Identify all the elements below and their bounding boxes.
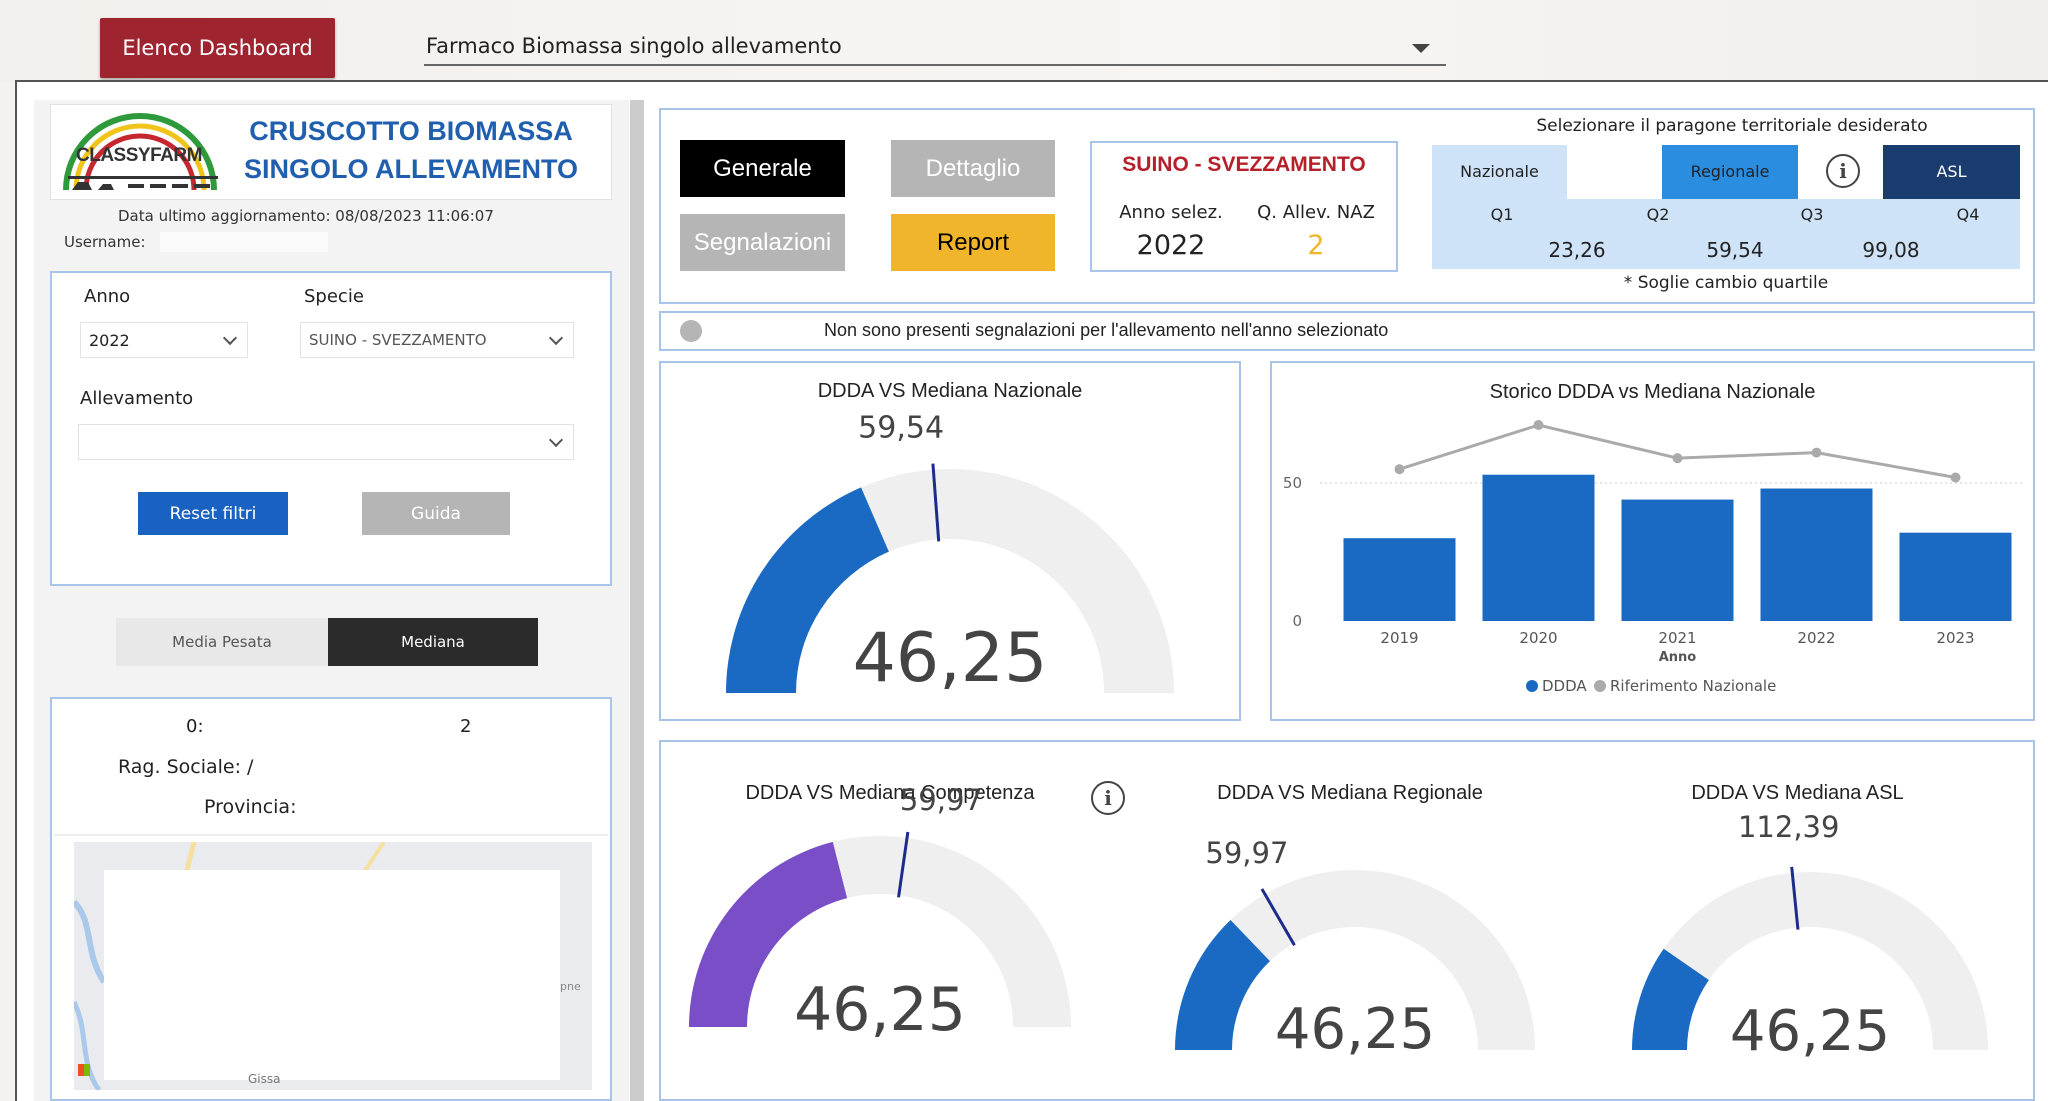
q4-label: Q4: [1956, 205, 1980, 224]
qallev-value: 2: [1307, 230, 1325, 261]
gauge-regionale-chart: 59,97 46,25: [1175, 836, 1535, 1062]
farm-info-divider: [54, 834, 608, 836]
threshold-2: 59,54: [1706, 238, 1764, 262]
farm-code-right: 2: [460, 716, 472, 737]
rag-sociale-text: Rag. Sociale: /: [118, 756, 254, 778]
allevamento-dropdown[interactable]: [78, 424, 574, 460]
sidebar-title-line2: SINGOLO ALLEVAMENTO: [243, 154, 578, 184]
dashboard-select[interactable]: Farmaco Biomassa singolo allevamento: [424, 28, 1446, 66]
map-label-bottom: Gissa: [248, 1072, 281, 1086]
username-label: Username:: [64, 233, 146, 251]
guida-button[interactable]: Guida: [362, 492, 510, 535]
x-tick-label: 2023: [1936, 629, 1974, 647]
segnalazioni-button[interactable]: Segnalazioni: [680, 214, 845, 271]
status-dot-icon: [680, 320, 702, 342]
regionale-toggle[interactable]: Regionale: [1662, 145, 1798, 199]
specie-dropdown[interactable]: SUINO - SVEZZAMENTO: [300, 322, 574, 358]
left-panel-scrollbar[interactable]: [630, 100, 644, 1101]
legend-ddda-swatch: [1526, 680, 1538, 692]
chevron-down-icon: [1412, 44, 1430, 53]
y-tick-label: 50: [1283, 474, 1302, 492]
farm-code-left: 0:: [186, 716, 204, 737]
gauge-nazionale-chart: 59,54 46,25: [726, 411, 1174, 698]
chevron-down-icon: [548, 330, 564, 346]
legend-ddda-label: DDDA: [1542, 677, 1587, 695]
q2-label: Q2: [1646, 205, 1670, 224]
threshold-1: 23,26: [1548, 238, 1606, 262]
gauge-asl-target-label: 112,39: [1738, 810, 1839, 844]
q1-label: Q1: [1490, 205, 1514, 224]
x-tick-label: 2021: [1658, 629, 1696, 647]
bar-ddda-2020[interactable]: [1482, 474, 1595, 621]
bar-ddda-2022[interactable]: [1760, 488, 1873, 621]
point-riferimento-2023[interactable]: [1950, 472, 1961, 483]
last-update-text: Data ultimo aggiornamento: 08/08/2023 11…: [118, 207, 494, 225]
q3-label: Q3: [1800, 205, 1824, 224]
asl-toggle[interactable]: ASL: [1883, 145, 2020, 199]
sidebar-title-line1: CRUSCOTTO BIOMASSA: [249, 116, 573, 146]
alert-message: Non sono presenti segnalazioni per l'all…: [824, 320, 1389, 340]
point-riferimento-2019[interactable]: [1394, 464, 1405, 475]
anno-dropdown[interactable]: 2022: [80, 322, 248, 358]
bar-ddda-2021[interactable]: [1621, 499, 1734, 621]
gauge-asl-chart: 112,39 46,25: [1632, 810, 1988, 1064]
specie-label: Specie: [304, 286, 364, 307]
quartile-footnote: * Soglie cambio quartile: [1623, 273, 1829, 293]
info-icon[interactable]: i: [1826, 154, 1860, 188]
media-pesata-toggle[interactable]: Media Pesata: [116, 618, 328, 666]
dettaglio-button[interactable]: Dettaglio: [891, 140, 1055, 197]
bar-ddda-2019[interactable]: [1343, 538, 1456, 621]
anno-label: Anno: [84, 286, 131, 307]
bar-ddda-2023[interactable]: [1899, 532, 2012, 621]
gauge-asl-value: 46,25: [1730, 999, 1890, 1064]
elenco-dashboard-button[interactable]: Elenco Dashboard: [100, 18, 335, 78]
generale-button[interactable]: Generale: [680, 140, 845, 197]
territorial-gap: [1567, 145, 1662, 199]
gauge-regionale-target-label: 59,97: [1205, 836, 1288, 870]
x-tick-label: 2020: [1519, 629, 1557, 647]
anno-dropdown-value: 2022: [89, 330, 130, 350]
qallev-label: Q. Allev. NAZ: [1257, 202, 1375, 223]
legend-riferimento-swatch: [1594, 680, 1606, 692]
map-overlay: [104, 870, 560, 1080]
nazionale-toggle[interactable]: Nazionale: [1432, 145, 1567, 199]
microsoft-logo-icon: [78, 1064, 90, 1076]
gauge-competenza-value: 46,25: [794, 975, 966, 1045]
sidebar-title: CRUSCOTTO BIOMASSA SINGOLO ALLEVAMENTO: [236, 112, 586, 188]
y-tick-label: 0: [1292, 612, 1302, 630]
point-riferimento-2020[interactable]: [1533, 420, 1544, 431]
map-label-right: pne: [560, 980, 581, 993]
chevron-down-icon: [222, 330, 238, 346]
legend-riferimento-label: Riferimento Nazionale: [1610, 677, 1776, 695]
dashboard-select-value: Farmaco Biomassa singolo allevamento: [426, 34, 842, 58]
logo-text: CLASSYFARM: [76, 145, 202, 166]
report-button[interactable]: Report: [891, 214, 1055, 271]
x-tick-label: 2019: [1380, 629, 1418, 647]
specie-dropdown-value: SUINO - SVEZZAMENTO: [309, 331, 487, 349]
territorial-caption: Selezionare il paragone territoriale des…: [1536, 116, 1928, 136]
point-riferimento-2022[interactable]: [1811, 447, 1822, 458]
anno-selez-value: 2022: [1136, 230, 1206, 261]
gauge-nazionale-target-label: 59,54: [858, 411, 944, 446]
gauge-nazionale-value: 46,25: [853, 619, 1048, 698]
x-tick-label: 2022: [1797, 629, 1835, 647]
provincia-text: Provincia:: [204, 796, 297, 818]
gauge-competenza-chart: 59,97 46,25: [689, 783, 1071, 1045]
reset-filtri-button[interactable]: Reset filtri: [138, 492, 288, 535]
username-value: [160, 232, 328, 252]
gauge-regionale-value: 46,25: [1275, 997, 1435, 1062]
gauge-competenza-target-label: 59,97: [900, 783, 983, 817]
line-riferimento: [1399, 423, 1956, 479]
mediana-toggle[interactable]: Mediana: [328, 618, 538, 666]
species-title: SUINO - SVEZZAMENTO: [1122, 153, 1366, 176]
chevron-down-icon: [548, 432, 564, 448]
threshold-3: 99,08: [1862, 238, 1920, 262]
anno-selez-label: Anno selez.: [1119, 202, 1223, 223]
storico-bar-chart: Anno DDDA Riferimento Nazionale 0 50 2019 2…: [1283, 420, 2025, 695]
x-axis-title: Anno: [1659, 650, 1697, 665]
allevamento-label: Allevamento: [80, 388, 194, 409]
point-riferimento-2021[interactable]: [1672, 453, 1683, 464]
